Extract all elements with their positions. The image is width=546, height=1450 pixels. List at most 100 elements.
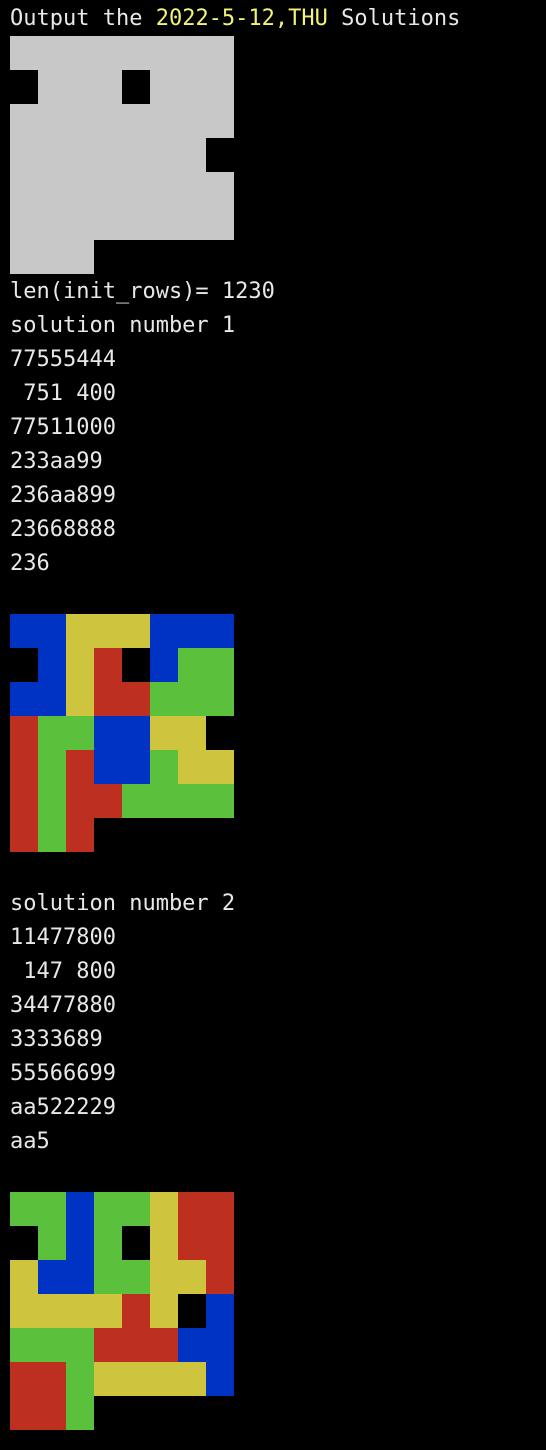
grid-cell: [94, 1226, 122, 1260]
grid-cell: [94, 104, 122, 138]
grid-cell: [122, 784, 150, 818]
header-line: Output the 2022-5-12,THU Solutions: [10, 2, 460, 36]
grid-cell: [94, 1328, 122, 1362]
grid-cell: [10, 36, 38, 70]
solution-1-row: 233aa99: [10, 449, 103, 474]
grid-cell: [38, 682, 66, 716]
grid-cell: [66, 206, 94, 240]
grid-cell: [206, 784, 234, 818]
solution-1-row: 751 400: [10, 381, 116, 406]
grid-cell: [122, 36, 150, 70]
grid-cell: [10, 240, 38, 274]
grid-cell: [150, 1260, 178, 1294]
grid-cell: [38, 138, 66, 172]
grid-cell: [10, 104, 38, 138]
grid-cell: [10, 1396, 38, 1430]
grid-cell: [178, 206, 206, 240]
grid-cell: [66, 138, 94, 172]
grid-cell: [150, 1226, 178, 1260]
grid-cell: [10, 206, 38, 240]
grid-cell: [94, 1260, 122, 1294]
grid-cell: [38, 240, 66, 274]
grid-cell: [94, 1362, 122, 1396]
grid-cell: [178, 716, 206, 750]
grid-cell: [10, 818, 38, 852]
grid-cell: [178, 1192, 206, 1226]
grid-cell: [10, 682, 38, 716]
grid-cell: [38, 104, 66, 138]
grid-cell: [38, 648, 66, 682]
grid-cell: [122, 1192, 150, 1226]
grid-cell: [66, 1260, 94, 1294]
grid-cell: [206, 648, 234, 682]
grid-cell: [10, 1294, 38, 1328]
grid-cell: [94, 750, 122, 784]
grid-cell: [150, 1294, 178, 1328]
grid-cell: [150, 206, 178, 240]
grid-cell: [122, 1362, 150, 1396]
grid-cell: [206, 36, 234, 70]
grid-cell: [150, 750, 178, 784]
solution-1-row: 77511000: [10, 415, 116, 440]
grid-cell: [66, 70, 94, 104]
grid-cell: [38, 1328, 66, 1362]
grid-cell: [66, 784, 94, 818]
solution-1-row: 236aa899: [10, 483, 116, 508]
grid-cell: [94, 206, 122, 240]
grid-cell: [66, 614, 94, 648]
grid-cell: [66, 648, 94, 682]
grid-cell: [94, 1192, 122, 1226]
solution-1-grid: [10, 614, 234, 852]
grid-cell: [150, 70, 178, 104]
solution-2-row: 3333689: [10, 1027, 103, 1052]
grid-cell: [206, 206, 234, 240]
grid-cell: [206, 614, 234, 648]
solution-2-row: aa522229: [10, 1095, 116, 1120]
grid-cell: [178, 614, 206, 648]
grid-cell: [150, 36, 178, 70]
grid-cell: [178, 70, 206, 104]
header-prefix: Output the: [10, 6, 156, 31]
grid-cell: [66, 104, 94, 138]
grid-cell: [38, 70, 66, 104]
grid-cell: [10, 172, 38, 206]
grid-cell: [38, 614, 66, 648]
grid-cell: [38, 1362, 66, 1396]
solution-2-row: 11477800: [10, 925, 116, 950]
grid-cell: [66, 682, 94, 716]
grid-cell: [178, 648, 206, 682]
grid-cell: [38, 1294, 66, 1328]
grid-cell: [66, 818, 94, 852]
grid-cell: [150, 104, 178, 138]
grid-cell: [150, 1362, 178, 1396]
grid-cell: [38, 36, 66, 70]
grid-cell: [122, 104, 150, 138]
solution-2-row: aa5: [10, 1129, 50, 1154]
grid-cell: [66, 1328, 94, 1362]
grid-cell: [150, 784, 178, 818]
grid-cell: [178, 1362, 206, 1396]
grid-cell: [66, 1362, 94, 1396]
grid-cell: [122, 1328, 150, 1362]
grid-cell: [206, 1260, 234, 1294]
grid-cell: [38, 784, 66, 818]
grid-cell: [122, 1260, 150, 1294]
grid-cell: [178, 36, 206, 70]
grid-cell: [10, 784, 38, 818]
grid-cell: [66, 172, 94, 206]
header-suffix: Solutions: [327, 6, 461, 31]
grid-cell: [66, 750, 94, 784]
grid-cell: [66, 1226, 94, 1260]
grid-cell: [10, 716, 38, 750]
grid-cell: [206, 70, 234, 104]
grid-cell: [178, 172, 206, 206]
grid-cell: [206, 1226, 234, 1260]
grid-cell: [66, 1396, 94, 1430]
grid-cell: [94, 138, 122, 172]
grid-cell: [10, 138, 38, 172]
grid-cell: [122, 614, 150, 648]
grid-cell: [178, 1226, 206, 1260]
grid-cell: [206, 104, 234, 138]
grid-cell: [178, 104, 206, 138]
grid-cell: [122, 750, 150, 784]
